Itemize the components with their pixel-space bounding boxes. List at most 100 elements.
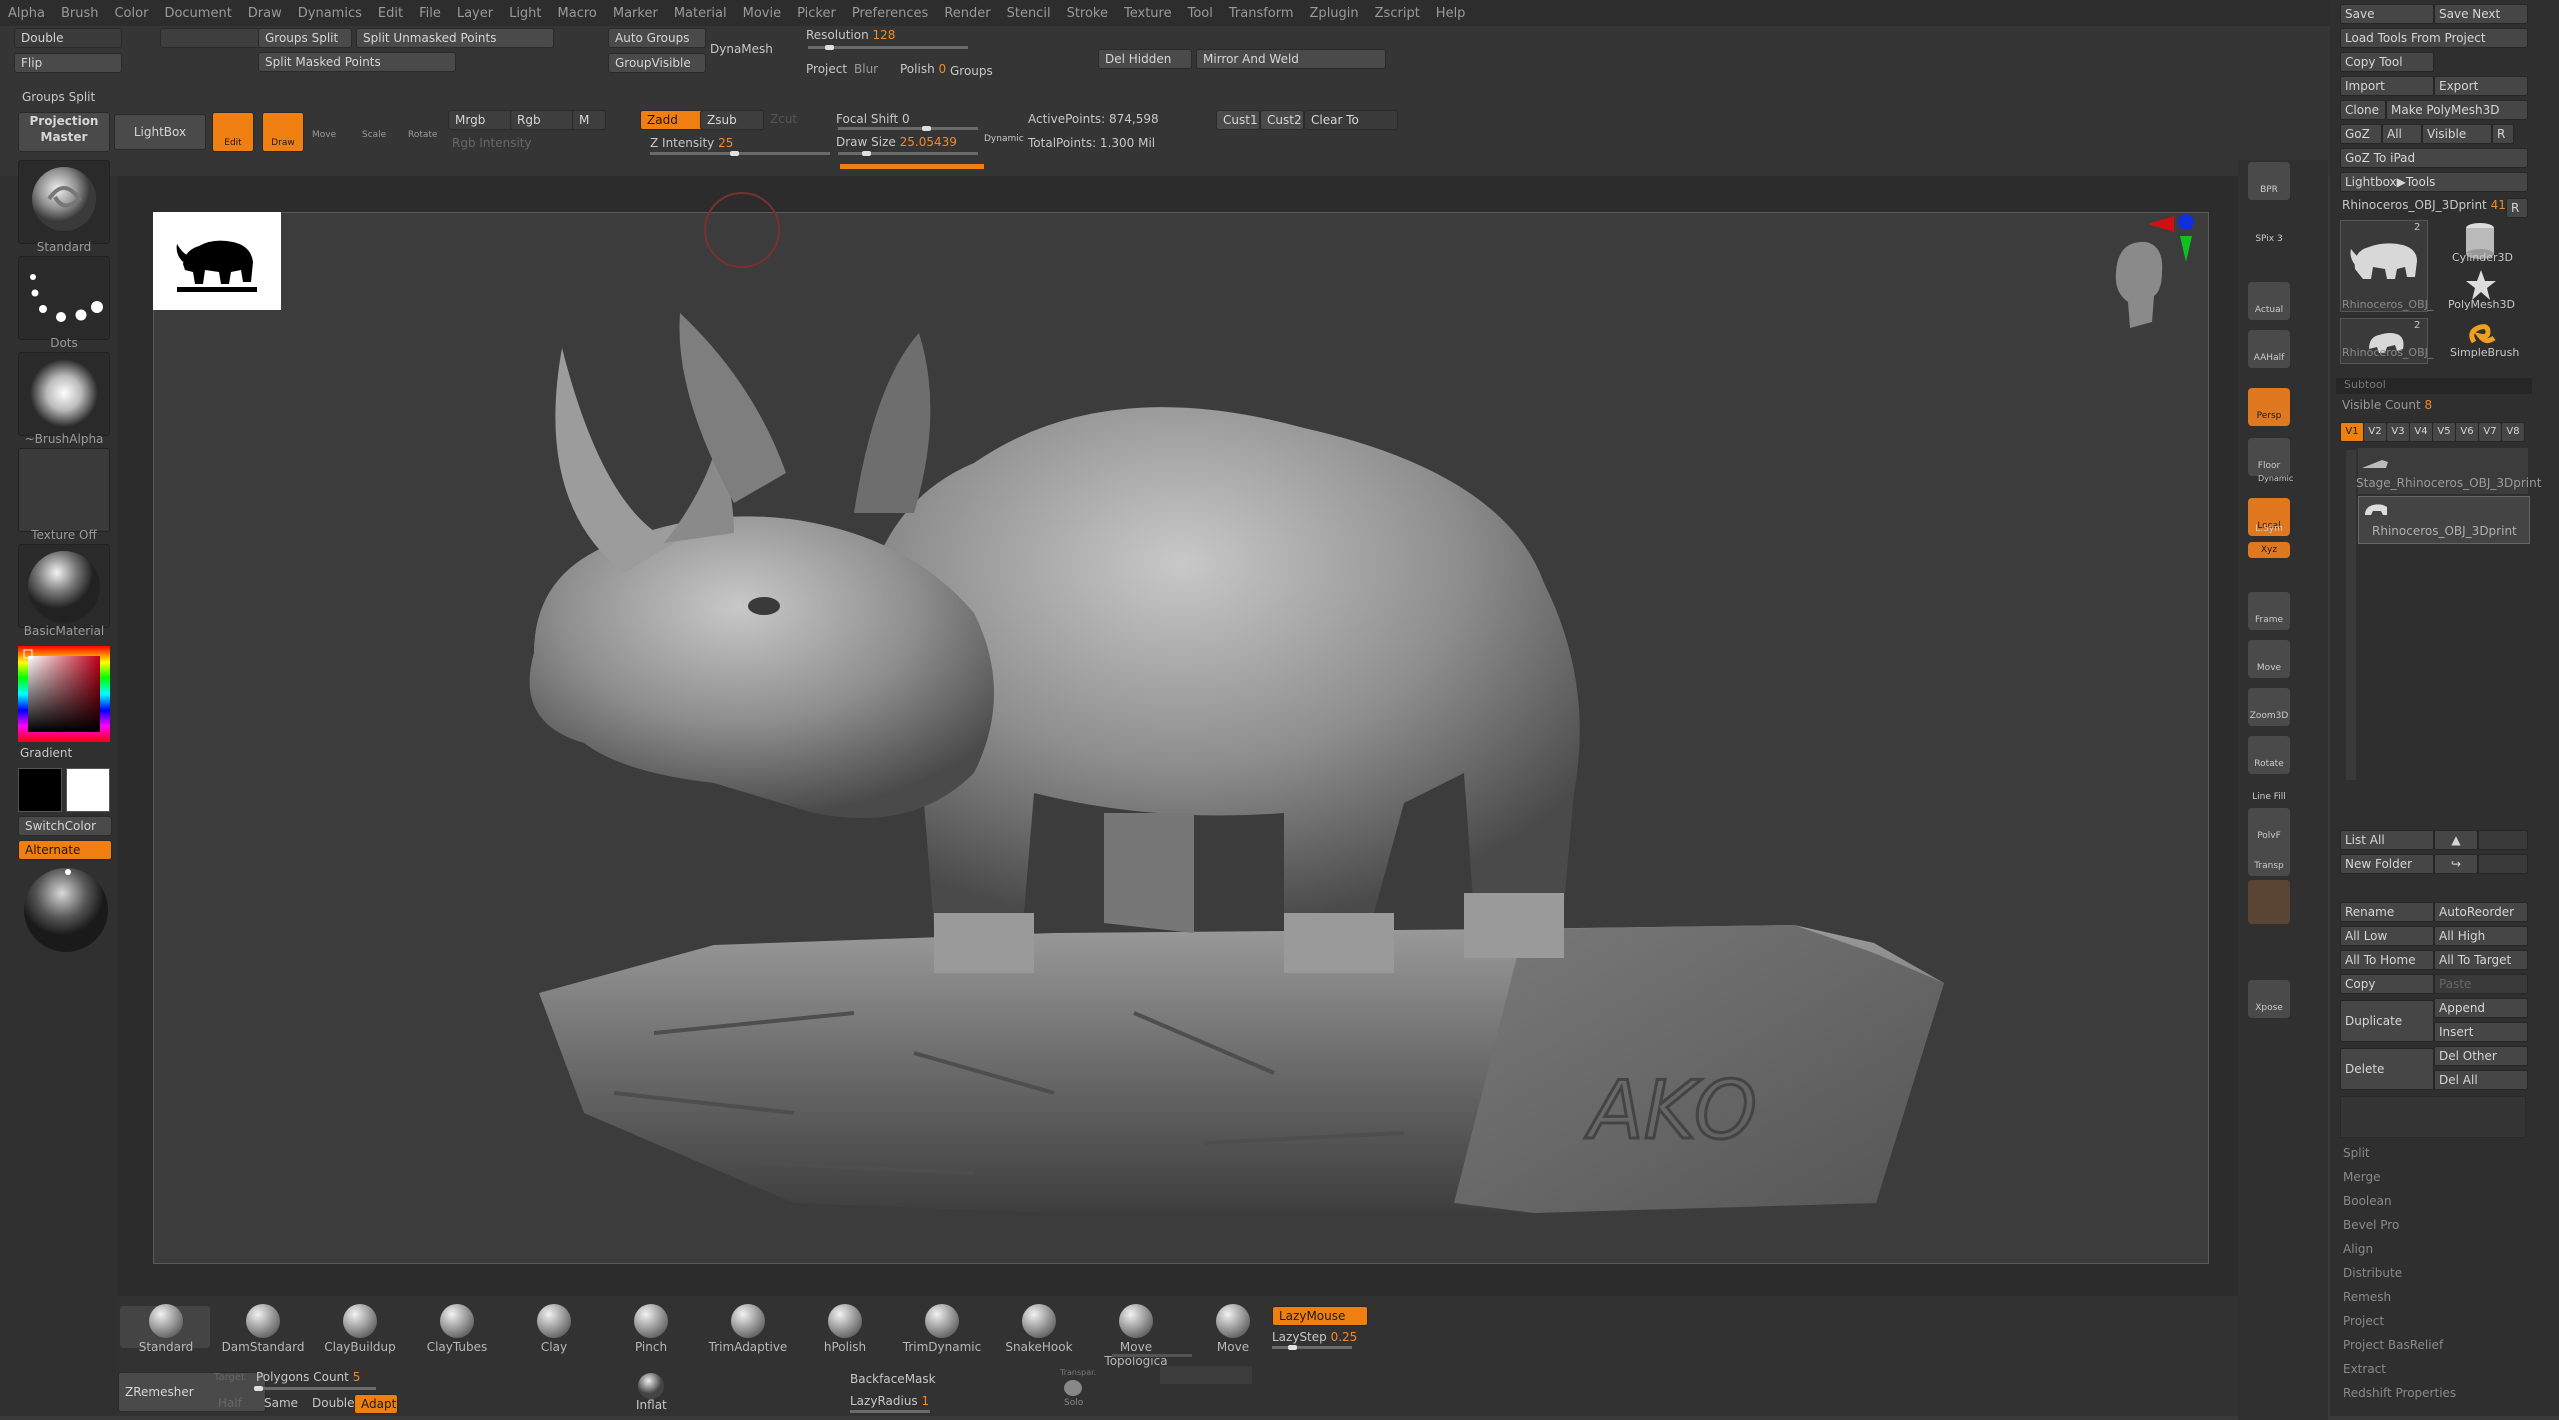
move-down-button[interactable] (2478, 830, 2528, 850)
shelf-xyz[interactable]: Xyz (2248, 542, 2290, 558)
make-polymesh-button[interactable]: Make PolyMesh3D (2386, 100, 2528, 120)
shelf-spix-3[interactable]: SPix 3 (2248, 232, 2290, 248)
rgb-intensity-label[interactable]: Rgb Intensity (452, 136, 532, 150)
zcut-label[interactable]: Zcut (770, 112, 797, 126)
menu-item-marker[interactable]: Marker (605, 6, 666, 21)
copy-tool-button[interactable]: Copy Tool (2340, 52, 2434, 72)
menu-item-file[interactable]: File (411, 6, 449, 21)
focal-shift[interactable]: Focal Shift 0 (836, 112, 910, 126)
cust2-button[interactable]: Cust2 (1260, 110, 1304, 130)
texture-swatch[interactable] (2248, 880, 2290, 924)
lightbox-button[interactable]: LightBox (114, 114, 206, 150)
shelf-xpose[interactable]: Xpose (2248, 980, 2290, 1018)
lazystep[interactable]: LazyStep 0.25 (1272, 1330, 1357, 1344)
brush-scrollbar[interactable] (1112, 1354, 1192, 1357)
dynamesh-label[interactable]: DynaMesh (710, 42, 773, 56)
z-intensity-slider[interactable] (650, 152, 830, 155)
groups-split-button[interactable]: Groups Split (258, 28, 352, 48)
shelf-zoom3d[interactable]: Zoom3D (2248, 688, 2290, 726)
auto-reorder-button[interactable]: AutoReorder (2434, 902, 2528, 922)
menu-item-zscript[interactable]: Zscript (1367, 6, 1428, 21)
save-button[interactable]: Save (2340, 4, 2434, 24)
visibility-tab-v4[interactable]: V4 (2409, 422, 2433, 442)
del-other-button[interactable]: Del Other (2434, 1046, 2528, 1066)
all-to-home-button[interactable]: All To Home (2340, 950, 2434, 970)
del-all-button[interactable]: Del All (2434, 1070, 2528, 1090)
goz-button[interactable]: GoZ (2340, 124, 2382, 144)
menu-item-render[interactable]: Render (936, 6, 998, 21)
visibility-tab-v7[interactable]: V7 (2478, 422, 2502, 442)
goz-visible-button[interactable]: Visible (2422, 124, 2492, 144)
shelf-floor[interactable]: Floor (2248, 438, 2290, 476)
tool-r-button[interactable]: R (2506, 198, 2528, 218)
menu-item-transform[interactable]: Transform (1221, 6, 1302, 21)
lazyradius-slider[interactable] (850, 1410, 930, 1413)
lazystep-knob[interactable] (1288, 1345, 1297, 1350)
del-hidden-button[interactable]: Del Hidden (1098, 49, 1192, 69)
section-align[interactable]: Align (2343, 1242, 2373, 1256)
draw-size-slider[interactable] (838, 152, 978, 155)
visibility-tab-v5[interactable]: V5 (2432, 422, 2456, 442)
duplicate-button[interactable]: Duplicate (2340, 1000, 2434, 1042)
copy-button[interactable]: Copy (2340, 974, 2434, 994)
flip-button[interactable]: Flip (14, 53, 122, 73)
clone-button[interactable]: Clone (2340, 100, 2386, 120)
menu-item-tool[interactable]: Tool (1180, 6, 1221, 21)
document-canvas[interactable]: AKO (153, 212, 2209, 1264)
menu-item-movie[interactable]: Movie (735, 6, 789, 21)
clear-to-button[interactable]: Clear To (1304, 110, 1398, 130)
rgb-button[interactable]: Rgb (510, 110, 578, 130)
scale-mode-label[interactable]: Scale (362, 130, 386, 140)
cust1-button[interactable]: Cust1 (1216, 110, 1260, 130)
brush-claytubes[interactable]: ClayTubes (413, 1304, 501, 1354)
menu-item-material[interactable]: Material (666, 6, 735, 21)
main-color-swatch[interactable] (66, 768, 110, 812)
lazymouse-button[interactable]: LazyMouse (1272, 1306, 1368, 1326)
menu-item-light[interactable]: Light (501, 6, 549, 21)
project-label[interactable]: Project (806, 62, 847, 76)
brush-snakehook[interactable]: SnakeHook (995, 1304, 1083, 1354)
dynamic-label[interactable]: Dynamic (984, 134, 1024, 144)
menu-item-draw[interactable]: Draw (240, 6, 290, 21)
draw-button[interactable]: Draw (262, 112, 304, 152)
rotate-mode-label[interactable]: Rotate (408, 130, 437, 140)
shelf-rotate[interactable]: Rotate (2248, 736, 2290, 774)
edit-button[interactable]: Edit (212, 112, 254, 152)
section-remesh[interactable]: Remesh (2343, 1290, 2391, 1304)
export-button[interactable]: Export (2434, 76, 2528, 96)
zsub-button[interactable]: Zsub (700, 110, 764, 130)
split-masked-button[interactable]: Split Masked Points (258, 52, 456, 72)
menu-item-color[interactable]: Color (106, 6, 156, 21)
material-thumbnail[interactable] (18, 544, 110, 628)
focal-shift-knob[interactable] (922, 126, 931, 131)
current-tool[interactable]: Rhinoceros_OBJ_3Dprint 41 (2342, 198, 2506, 212)
section-project[interactable]: Project (2343, 1314, 2384, 1328)
insert-button[interactable]: Insert (2434, 1022, 2528, 1042)
double-button[interactable]: Double (14, 28, 122, 48)
auto-groups-button[interactable]: Auto Groups (608, 28, 706, 48)
visibility-tab-v3[interactable]: V3 (2386, 422, 2410, 442)
zadd-button[interactable]: Zadd (640, 110, 706, 130)
section-extract[interactable]: Extract (2343, 1362, 2386, 1376)
lazyradius[interactable]: LazyRadius 1 (850, 1394, 929, 1408)
shelf-persp[interactable]: Persp (2248, 388, 2290, 426)
section-redshift-properties[interactable]: Redshift Properties (2343, 1386, 2456, 1400)
tool-slot-polymesh[interactable] (2466, 270, 2496, 300)
menu-item-stencil[interactable]: Stencil (999, 6, 1059, 21)
lazystep-slider[interactable] (1272, 1346, 1352, 1349)
section-bevel-pro[interactable]: Bevel Pro (2343, 1218, 2399, 1232)
split-unmasked-button[interactable]: Split Unmasked Points (356, 28, 554, 48)
append-button[interactable]: Append (2434, 998, 2528, 1018)
polygons-count-knob[interactable] (254, 1386, 263, 1391)
groups-label[interactable]: Groups (950, 64, 993, 78)
goz-ipad-button[interactable]: GoZ To iPad (2340, 148, 2528, 168)
brush-trimadaptive[interactable]: TrimAdaptive (704, 1304, 792, 1354)
shelf-bpr[interactable]: BPR (2248, 162, 2290, 200)
visibility-tab-v8[interactable]: V8 (2501, 422, 2525, 442)
inflat-brush[interactable] (634, 1372, 668, 1400)
subtool-scrollbar[interactable] (2346, 450, 2356, 780)
draw-size[interactable]: Draw Size 25.05439 (836, 135, 957, 149)
brush-standard[interactable]: Standard (122, 1304, 210, 1354)
goz-all-button[interactable]: All (2382, 124, 2422, 144)
menu-item-preferences[interactable]: Preferences (844, 6, 936, 21)
